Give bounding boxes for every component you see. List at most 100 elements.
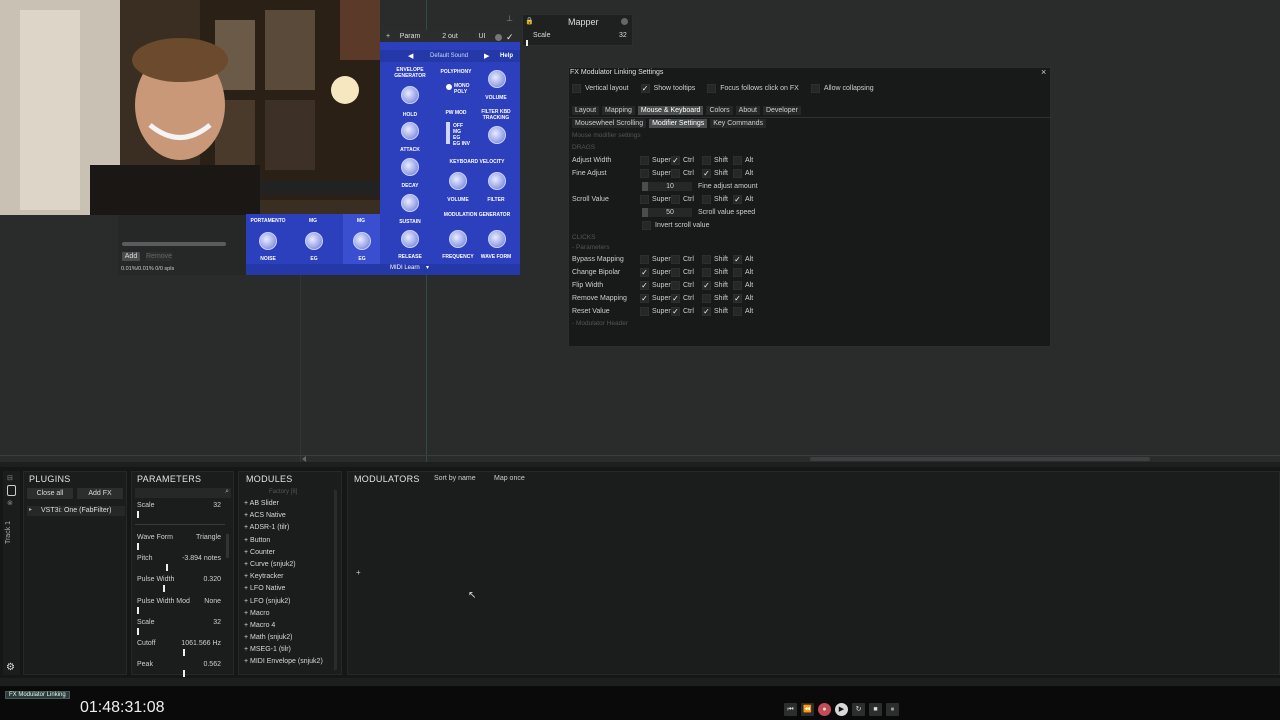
loop-icon[interactable]: ↻ [852,703,865,716]
prev-preset-icon[interactable]: ◀ [408,52,413,60]
lock-icon[interactable]: 🔒 [525,17,534,25]
module-item[interactable]: + MSEG-1 (tilr) [244,646,334,658]
close-icon[interactable]: × [1041,67,1046,77]
modifier-checkbox[interactable] [702,294,711,303]
tab-about[interactable]: About [735,106,760,115]
track-view-icon[interactable] [7,485,16,496]
module-item[interactable]: + Counter [244,549,334,561]
subtab-modifier-settings[interactable]: Modifier Settings [649,119,708,128]
parameter-item[interactable]: Pitch -3.894 notes [135,555,231,576]
modifier-checkbox[interactable] [671,281,680,290]
eg-knob-2[interactable] [353,232,371,250]
modifier-checkbox[interactable]: ✓ [702,169,711,178]
parameter-item[interactable]: Scale 32 [135,619,231,640]
decay-knob[interactable] [401,158,419,176]
option-checkbox[interactable]: ✓ [640,84,650,93]
subtab-key-commands[interactable]: Key Commands [710,119,767,128]
parameter-search-input[interactable]: ⌕ [135,488,231,498]
modifier-checkbox[interactable]: ✓ [733,195,742,204]
module-item[interactable]: + Macro 4 [244,622,334,634]
tab-layout[interactable]: Layout [572,106,600,115]
parameter-slider-handle[interactable] [137,606,139,614]
value-slider[interactable]: 10 [642,182,692,191]
add-button[interactable]: Add [122,252,140,261]
add-plugin-button[interactable]: + [383,32,393,42]
remove-button[interactable]: Remove [146,252,172,261]
modifier-checkbox[interactable]: ✓ [733,255,742,264]
modifier-checkbox[interactable]: ✓ [640,268,649,277]
tab-colors[interactable]: Colors [706,106,733,115]
map-once-button[interactable]: Map once [494,475,525,482]
go-to-start-icon[interactable]: ⏮ [784,703,797,716]
output-button[interactable]: 2 out [430,32,470,42]
route-icon[interactable]: ⊗ [7,499,13,507]
module-item[interactable]: + ACS Native [244,512,334,524]
tab-mouse-keyboard[interactable]: Mouse & Keyboard [637,106,704,115]
velocity-filter-knob[interactable] [488,172,506,190]
settings-gear-icon[interactable]: ⚙ [6,662,15,673]
eg-knob[interactable] [305,232,323,250]
modifier-checkbox[interactable]: ✓ [702,281,711,290]
invert-scroll-checkbox[interactable] [642,221,651,230]
attack-knob[interactable] [401,122,419,140]
modifier-checkbox[interactable]: ✓ [640,294,649,303]
midi-learn-dropdown-icon[interactable]: ▾ [426,264,429,271]
noise-knob[interactable] [259,232,277,250]
stop-icon[interactable]: ■ [869,703,882,716]
add-fx-button[interactable]: Add FX [77,488,123,499]
module-item[interactable]: + Macro [244,610,334,622]
modifier-checkbox[interactable]: ✓ [671,294,680,303]
modifier-checkbox[interactable] [640,156,649,165]
module-item[interactable]: + LFO Native [244,585,334,597]
modifier-checkbox[interactable] [702,195,711,204]
release-knob[interactable] [401,230,419,248]
module-item[interactable]: + LFO (snjuk2) [244,598,334,610]
module-item[interactable]: + Button [244,537,334,549]
ui-button[interactable]: UI [475,32,489,42]
close-all-button[interactable]: Close all [27,488,73,499]
parameter-slider-handle[interactable] [137,511,139,518]
expand-icon[interactable]: ▸ [29,506,32,513]
parameter-slider-handle[interactable] [182,670,185,678]
scroll-left-icon[interactable] [302,456,306,462]
option-checkbox[interactable] [572,84,581,93]
search-icon[interactable]: ⌕ [225,488,229,496]
parameter-slider-handle[interactable] [182,648,185,656]
modifier-checkbox[interactable]: ✓ [671,307,680,316]
fx-chain-level-bar[interactable] [122,242,226,246]
filter-kbd-knob[interactable] [488,126,506,144]
module-item[interactable]: + MIDI Envelope (snjuk2) [244,658,334,670]
modifier-checkbox[interactable] [733,268,742,277]
module-item[interactable]: + Curve (snjuk2) [244,561,334,573]
parameter-item[interactable]: Cutoff 1061.566 Hz [135,640,231,661]
rewind-icon[interactable]: ⏪ [801,703,814,716]
parameter-item[interactable]: Peak 0.562 [135,661,231,682]
mapper-power-icon[interactable] [621,18,628,25]
module-scrollbar[interactable] [334,490,337,670]
modifier-checkbox[interactable] [733,156,742,165]
parameter-item[interactable]: Wave Form Triangle [135,534,231,555]
record-icon[interactable]: ● [818,703,831,716]
modifier-checkbox[interactable] [640,307,649,316]
modifier-checkbox[interactable] [640,195,649,204]
modifier-checkbox[interactable] [671,268,680,277]
next-preset-icon[interactable]: ▶ [484,52,489,60]
modifier-checkbox[interactable] [733,169,742,178]
modifier-checkbox[interactable] [640,255,649,264]
modifier-checkbox[interactable] [640,169,649,178]
mono-poly-toggle[interactable] [446,84,452,90]
parameter-item[interactable]: Pulse Width Mod None [135,598,231,619]
option-checkbox[interactable] [707,84,717,93]
modifier-checkbox[interactable]: ✓ [702,307,711,316]
param-button[interactable]: Param [397,32,423,42]
option-checkbox[interactable] [810,84,820,93]
parameter-slider-handle[interactable] [137,627,139,635]
parameter-item[interactable]: Scale 32 [135,502,231,534]
parameter-slider-handle[interactable] [165,564,168,572]
parameter-scrollbar[interactable] [226,534,229,558]
sort-by-name-button[interactable]: Sort by name [434,475,476,482]
modifier-checkbox[interactable] [671,169,680,178]
parameter-item[interactable]: Pulse Width 0.320 [135,576,231,597]
value-slider[interactable]: 50 [642,208,692,217]
add-modulator-icon[interactable]: + [356,568,361,577]
